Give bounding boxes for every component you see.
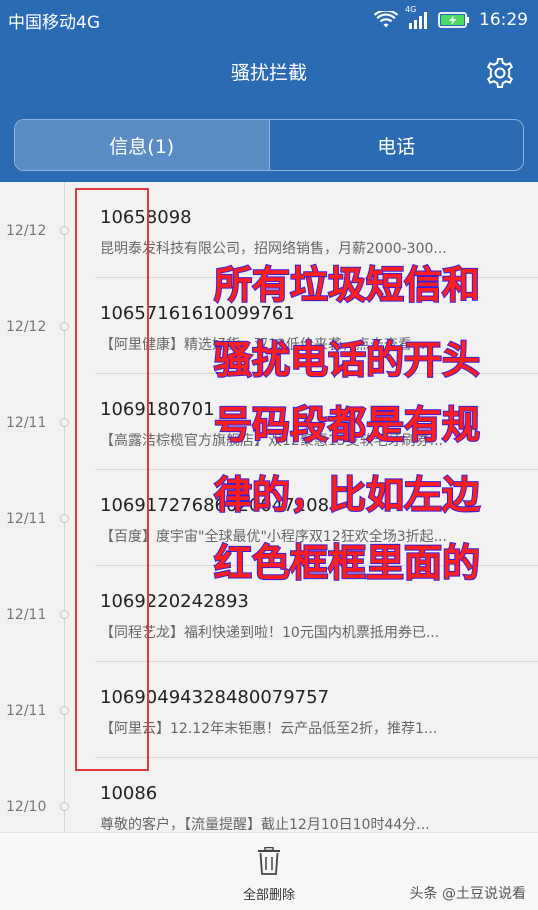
status-bar: 中国移动4G 4G 16:29 [0, 0, 538, 40]
tab-group: 信息(1) 电话 [14, 119, 524, 171]
message-date: 12/11 [6, 511, 47, 527]
annotation-line: 律的，比如左边 [213, 472, 481, 518]
clock: 16:29 [479, 10, 528, 30]
annotation-line: 骚扰电话的开头 [213, 337, 481, 383]
sender-number: 10658098 [100, 207, 192, 228]
sender-number: 1069180701 [100, 399, 215, 420]
bottom-toolbar: 全部删除 头条 @土豆说说看 [0, 832, 538, 910]
tabs-area: 信息(1) 电话 [0, 108, 538, 182]
timeline-dot [60, 802, 69, 811]
message-row[interactable]: 12/10 10086 尊敬的客户，【流量提醒】截止12月10日10时44分..… [0, 758, 538, 832]
timeline-dot [60, 322, 69, 331]
wifi-icon [374, 11, 398, 28]
timeline-dot [60, 226, 69, 235]
annotation-line: 号码段都是有规 [213, 402, 481, 448]
sender-number: 10086 [100, 783, 158, 804]
message-date: 12/11 [6, 703, 47, 719]
page-title: 骚扰拦截 [230, 62, 307, 84]
title-bar: 骚扰拦截 [0, 40, 538, 108]
status-icons: 4G 16:29 [374, 5, 528, 30]
battery-charging-icon [438, 12, 469, 28]
timeline-dot [60, 418, 69, 427]
watermark: 头条 @土豆说说看 [409, 886, 526, 902]
message-date: 12/11 [6, 607, 47, 623]
gear-icon[interactable] [484, 57, 516, 89]
timeline-dot [60, 706, 69, 715]
message-date: 12/12 [6, 319, 47, 335]
tab-messages[interactable]: 信息(1) [15, 120, 269, 170]
sender-number: 1069220242893 [100, 591, 249, 612]
trash-icon[interactable] [257, 847, 281, 875]
message-preview: 尊敬的客户，【流量提醒】截止12月10日10时44分... [100, 817, 430, 832]
timeline-dot [60, 514, 69, 523]
tab-calls[interactable]: 电话 [268, 120, 524, 170]
message-preview: 【阿里云】12.12年末钜惠！云产品低至2折，推荐1... [100, 721, 438, 737]
timeline-dot [60, 610, 69, 619]
message-date: 12/11 [6, 415, 47, 431]
message-preview: 【同程艺龙】福利快递到啦！10元国内机票抵用券已... [100, 625, 440, 641]
signal-group: 4G [405, 5, 429, 29]
message-date: 12/10 [6, 799, 47, 815]
annotation-line: 所有垃圾短信和 [213, 262, 481, 308]
carrier-label: 中国移动4G [8, 12, 100, 33]
annotation-line: 红色框框里面的 [213, 540, 481, 586]
message-date: 12/12 [6, 223, 47, 239]
sender-number: 10690494328480079757 [100, 687, 330, 708]
network-type-label: 4G [405, 5, 417, 14]
message-row[interactable]: 12/11 10690494328480079757 【阿里云】12.12年末钜… [0, 662, 538, 758]
